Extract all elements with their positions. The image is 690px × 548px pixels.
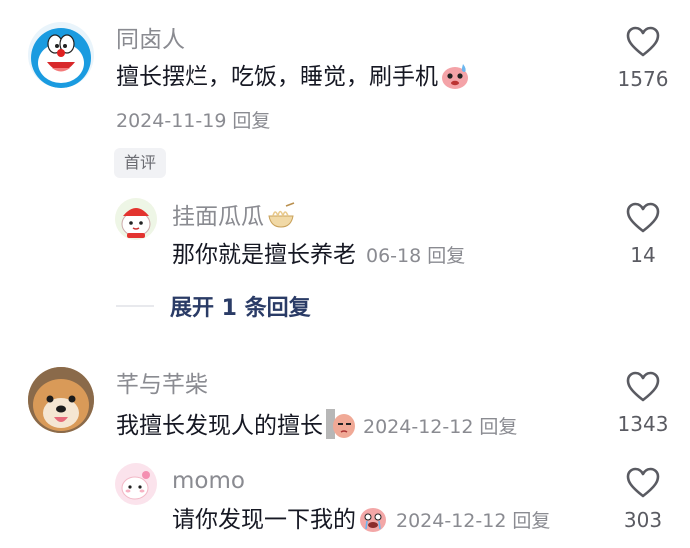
reply-author-name: 挂面瓜瓜: [172, 204, 264, 230]
noodle-character-avatar-icon: [115, 198, 157, 240]
like-button[interactable]: [626, 371, 660, 407]
avatar-shiba[interactable]: [28, 367, 94, 433]
noodle-bowl-icon: [266, 202, 296, 237]
reply-button[interactable]: 回复: [479, 416, 517, 438]
peeking-face-emoji-icon: [325, 409, 355, 447]
like-count: 1576: [617, 67, 669, 91]
avatar-doraemon[interactable]: [28, 22, 94, 88]
reply-text: 请你发现一下我的 2024-12-12 回复: [172, 505, 550, 541]
reply-text-content: 那你就是擅长养老: [172, 242, 356, 268]
like-button[interactable]: [626, 467, 660, 503]
reply-text: 那你就是擅长养老 06-18 回复: [172, 240, 465, 271]
pink-character-avatar-icon: [115, 463, 157, 505]
comment-date: 2024-12-12: [363, 416, 474, 438]
reply-author[interactable]: 挂面瓜瓜: [172, 202, 296, 237]
comment-text: 擅长摆烂，吃饭，睡觉，刷手机: [116, 62, 470, 98]
heart-icon: [626, 467, 660, 498]
first-comment-badge: 首评: [114, 148, 167, 178]
reply-date: 06-18: [366, 245, 422, 267]
comment-text-content: 擅长摆烂，吃饭，睡觉，刷手机: [116, 64, 438, 90]
heart-icon: [626, 26, 660, 57]
doraemon-avatar-icon: [31, 28, 91, 88]
comment-date: 2024-11-19: [116, 110, 227, 132]
comment-text: 我擅长发现人的擅长 2024-12-12 回复: [116, 409, 517, 447]
reply-text-content: 请你发现一下我的: [172, 507, 356, 533]
like-button[interactable]: [626, 26, 660, 62]
like-button[interactable]: [626, 202, 660, 238]
avatar-noodle[interactable]: [115, 198, 157, 240]
like-count: 14: [630, 243, 656, 267]
heart-icon: [626, 371, 660, 402]
reply-button[interactable]: 回复: [427, 245, 465, 267]
comment-author[interactable]: 芊与芊柴: [116, 371, 208, 399]
comment-author[interactable]: 同卤人: [116, 26, 185, 54]
comment-meta: 2024-11-19 回复: [116, 106, 270, 133]
crying-face-emoji-icon: [358, 505, 388, 541]
reply-button[interactable]: 回复: [512, 510, 550, 532]
reply-button[interactable]: 回复: [232, 110, 270, 132]
shiba-dog-avatar-icon: [28, 367, 94, 433]
comment-item: 芊与芊柴 我擅长发现人的擅长 2024-12-12 回复 1343 momo 请…: [0, 345, 690, 548]
reply-author[interactable]: momo: [172, 467, 245, 495]
comment-text-content: 我擅长发现人的擅长: [116, 413, 323, 439]
expand-replies-button[interactable]: 展开 1 条回复: [170, 290, 311, 322]
like-count: 1343: [617, 412, 669, 436]
like-count: 303: [623, 508, 663, 532]
sweat-face-emoji-icon: [440, 62, 470, 98]
reply-date: 2024-12-12: [396, 510, 507, 532]
comment-item: 同卤人 擅长摆烂，吃饭，睡觉，刷手机 2024-11-19回复 首评 1576: [0, 0, 690, 345]
expand-divider: [116, 305, 154, 307]
avatar-momo[interactable]: [115, 463, 157, 505]
heart-icon: [626, 202, 660, 233]
